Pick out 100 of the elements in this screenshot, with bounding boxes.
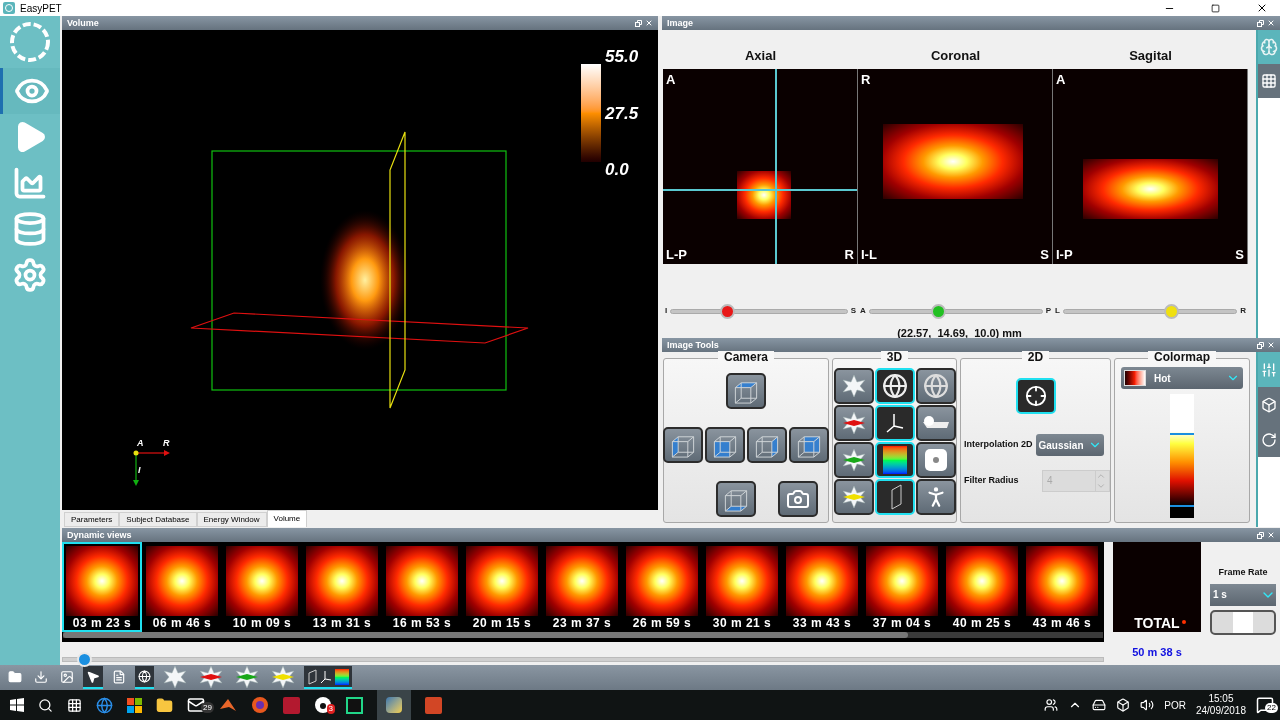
tab[interactable]: Parameters <box>64 512 120 527</box>
frame-thumbnail[interactable]: 37 m 04 s <box>862 542 942 632</box>
frame-time: 20 m 15 s <box>472 616 532 630</box>
frame-thumbnail[interactable]: 20 m 15 s <box>462 542 542 632</box>
slice-view[interactable]: R I-L S <box>858 68 1053 264</box>
colormap-dropdown[interactable]: Hot <box>1121 367 1243 389</box>
slice-view[interactable]: A L-P R <box>663 68 858 264</box>
scrollbar[interactable] <box>63 632 1103 638</box>
maximize-icon[interactable] <box>1211 3 1220 13</box>
frame-image <box>546 546 618 616</box>
render-option-button[interactable] <box>916 368 956 404</box>
view-options-button[interactable] <box>304 666 352 689</box>
frame-thumbnail[interactable]: 40 m 25 s <box>942 542 1022 632</box>
restore-icon[interactable] <box>1257 531 1264 539</box>
language-indicator[interactable]: POR <box>1164 697 1186 713</box>
range-marker[interactable] <box>1170 433 1194 435</box>
browser-icon[interactable] <box>96 696 113 714</box>
slider-end-label: R <box>1240 305 1246 317</box>
frame-thumbnail[interactable]: 06 m 46 s <box>142 542 222 632</box>
side-tab[interactable] <box>1258 422 1280 457</box>
download-icon <box>34 669 48 684</box>
frame-thumbnail[interactable]: 33 m 43 s <box>782 542 862 632</box>
frame-thumbnail[interactable]: 03 m 23 s <box>62 542 142 632</box>
sidebar-item[interactable] <box>0 68 60 114</box>
people-icon[interactable] <box>1044 698 1059 712</box>
render-option-button[interactable] <box>834 368 874 404</box>
task-view-icon[interactable] <box>67 697 82 713</box>
frame-thumbnail[interactable]: 43 m 46 s <box>1022 542 1102 632</box>
crosshair-icon <box>1024 385 1047 407</box>
windows-logo-icon[interactable] <box>10 698 24 712</box>
volume-icon[interactable] <box>1140 698 1155 712</box>
orientation-label: A <box>1056 72 1066 86</box>
axes-icon <box>320 669 332 684</box>
pointer-button[interactable] <box>83 666 103 689</box>
rainbow-swatch-icon <box>883 446 907 474</box>
frame-rate-dropdown[interactable]: 1 s <box>1210 583 1276 606</box>
globe-button[interactable] <box>135 666 154 689</box>
drive-icon[interactable] <box>1092 698 1107 712</box>
slider-thumb[interactable] <box>1163 303 1179 319</box>
field-label: Filter Radius <box>964 474 1020 488</box>
clock[interactable]: 15:05 24/09/2018 <box>1195 693 1246 717</box>
render-option-button[interactable] <box>834 479 874 515</box>
camera-view-button[interactable] <box>705 427 745 463</box>
frame-thumbnail[interactable]: 16 m 53 s <box>382 542 462 632</box>
notification-badge: 29 <box>201 702 214 713</box>
range-marker[interactable] <box>1170 505 1194 507</box>
slice-slider[interactable] <box>1062 303 1238 319</box>
camera-view-button[interactable] <box>747 427 787 463</box>
side-tab[interactable] <box>1258 64 1280 98</box>
field-label: Interpolation 2D <box>964 438 1033 452</box>
tab[interactable]: Energy Window <box>196 512 267 527</box>
search-icon[interactable] <box>38 697 53 713</box>
crosshair-button[interactable] <box>1015 378 1056 414</box>
camera-view-button[interactable] <box>663 427 703 463</box>
slider-thumb[interactable] <box>931 303 947 319</box>
camera-view-button[interactable] <box>789 427 829 463</box>
camera-view-button[interactable] <box>716 481 756 517</box>
restore-icon[interactable] <box>635 19 642 27</box>
frame-thumbnail[interactable]: 26 m 59 s <box>622 542 702 632</box>
interpolation-dropdown[interactable]: Gaussian <box>1035 434 1104 456</box>
close-icon[interactable] <box>1256 2 1268 14</box>
render-option-button[interactable] <box>834 405 874 441</box>
total-frame[interactable]: TOTAL <box>1113 542 1201 632</box>
store-icon[interactable] <box>127 697 142 713</box>
render-option-button[interactable] <box>834 442 874 478</box>
volume-viewport[interactable]: 55.0 27.5 0.0 A R I <box>62 30 658 510</box>
snapshot-button[interactable] <box>778 481 818 517</box>
axis-label: R <box>163 439 170 448</box>
tab[interactable]: Volume <box>266 510 308 527</box>
axis-label: A <box>137 439 144 448</box>
side-tab[interactable] <box>1258 387 1280 422</box>
restore-icon[interactable] <box>1257 341 1264 349</box>
frame-image <box>786 546 858 616</box>
group-title: 3D <box>880 351 909 363</box>
frame-thumbnail[interactable]: 30 m 21 s <box>702 542 782 632</box>
timeline-slider[interactable] <box>62 652 1104 667</box>
frame-rate-label: Frame Rate <box>1218 566 1268 579</box>
image-icon <box>60 669 74 684</box>
clock-date: 24/09/2018 <box>1195 705 1246 717</box>
render-option-button[interactable] <box>916 479 956 515</box>
render-option-button[interactable] <box>916 442 956 478</box>
colormap-swatch-icon <box>1124 370 1146 386</box>
slice-view[interactable]: A I-P S <box>1053 68 1248 264</box>
star-icon <box>235 665 259 688</box>
frame-thumbnail[interactable]: 23 m 37 s <box>542 542 622 632</box>
frame-image <box>1026 546 1098 616</box>
frame-thumbnail[interactable]: 10 m 09 s <box>222 542 302 632</box>
restore-icon[interactable] <box>1257 19 1264 27</box>
frame-thumbnail[interactable]: 13 m 31 s <box>302 542 382 632</box>
tab[interactable]: Subject Database <box>119 512 197 527</box>
slice-slider[interactable] <box>670 303 848 319</box>
box-icon[interactable] <box>1116 698 1131 712</box>
view-title: Sagital <box>1128 47 1173 65</box>
area-chart-icon <box>12 165 48 201</box>
slice-slider[interactable] <box>868 303 1043 319</box>
folder-icon[interactable] <box>156 696 173 714</box>
toggle-button[interactable] <box>1210 609 1276 635</box>
camera-view-button[interactable] <box>726 373 766 409</box>
slider-thumb[interactable] <box>720 303 735 319</box>
render-option-button[interactable] <box>916 405 956 441</box>
